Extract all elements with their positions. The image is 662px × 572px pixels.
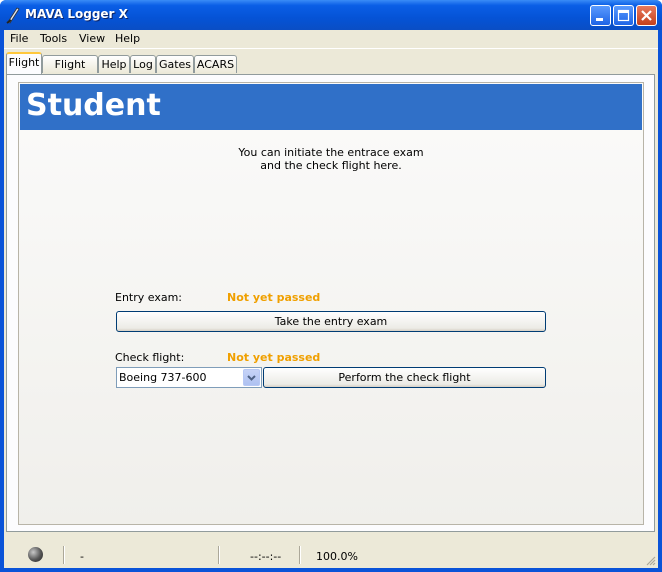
entry-exam-label: Entry exam: [115,291,183,304]
rate-display: 100.0% [316,550,358,563]
aircraft-select-value: Boeing 737-600 [119,371,207,384]
chevron-down-icon[interactable] [243,369,260,386]
menu-file[interactable]: File [10,32,28,45]
window-title: MAVA Logger X [25,7,128,21]
status-bar: - --:--:-- 100.0% [4,542,658,568]
tab-log[interactable]: Log [130,55,156,73]
time-display: --:--:-- [250,550,282,563]
client-area: File Tools View Help Flight Flight info … [4,30,658,568]
perform-check-flight-button[interactable]: Perform the check flight [263,367,546,388]
tab-flight[interactable]: Flight [6,52,42,74]
menu-help[interactable]: Help [115,32,140,45]
menu-tools[interactable]: Tools [40,32,67,45]
check-flight-status: Not yet passed [227,351,321,364]
entry-exam-status: Not yet passed [227,291,321,304]
menu-view[interactable]: View [79,32,105,45]
tab-acars[interactable]: ACARS [194,55,237,73]
panel-header: Student [20,84,642,130]
take-entry-exam-button[interactable]: Take the entry exam [116,311,546,332]
student-panel: Student You can initiate the entrace exa… [18,82,644,525]
title-bar[interactable]: MAVA Logger X [0,0,662,30]
description-line-1: You can initiate the entrace exam [238,146,424,159]
minimize-button[interactable] [590,5,611,26]
tab-help[interactable]: Help [98,55,130,73]
flight-tab-panel: Student You can initiate the entrace exa… [6,74,655,532]
status-divider [299,546,300,564]
panel-title: Student [26,88,161,123]
close-button[interactable] [636,5,657,26]
tab-gates[interactable]: Gates [156,55,194,73]
main-window: MAVA Logger X File Tools View Help Fligh… [0,0,662,572]
panel-description: You can initiate the entrace exam and th… [19,146,643,172]
maximize-button[interactable] [613,5,634,26]
connection-status-icon [28,547,43,562]
status-divider [218,546,219,564]
menu-bar: File Tools View Help [4,30,658,49]
aircraft-select[interactable]: Boeing 737-600 [116,367,262,388]
check-flight-label: Check flight: [115,351,185,364]
status-divider [63,546,64,564]
resize-grip-icon[interactable] [644,554,656,566]
description-line-2: and the check flight here. [260,159,402,172]
connection-status-text: - [80,550,84,563]
tab-flight-info[interactable]: Flight info [42,55,98,89]
app-icon [5,6,21,24]
